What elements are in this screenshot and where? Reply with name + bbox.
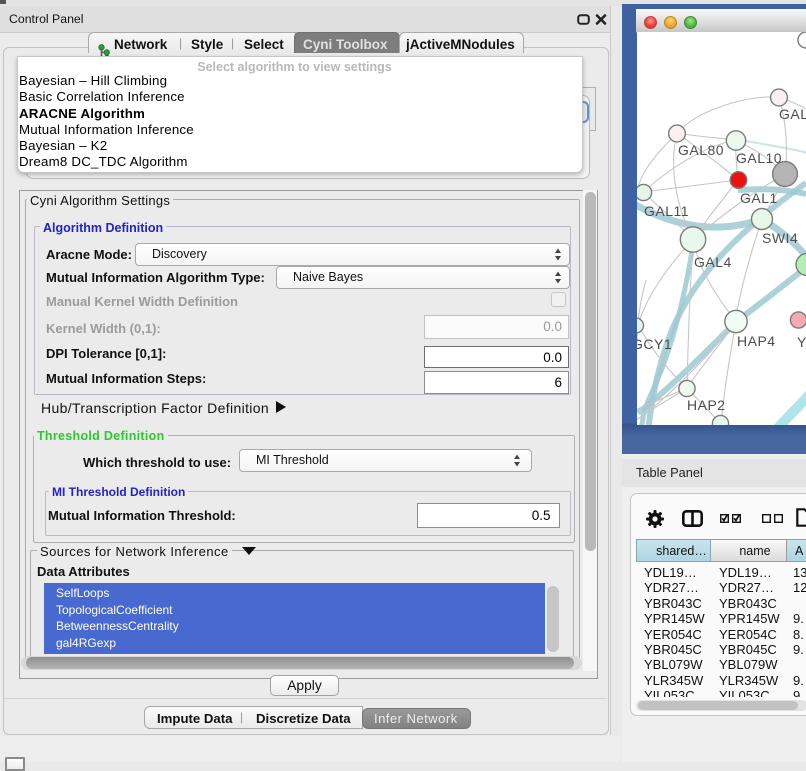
svg-text:GAL10: GAL10 — [736, 150, 782, 166]
svg-text:SWI4: SWI4 — [762, 230, 798, 246]
svg-text:GAL80: GAL80 — [678, 142, 724, 158]
svg-text:HAP4: HAP4 — [737, 333, 776, 349]
svg-text:GCY1: GCY1 — [637, 336, 672, 352]
svg-text:HAP2: HAP2 — [687, 397, 726, 413]
svg-text:GAL2: GAL2 — [779, 106, 806, 122]
svg-text:GAL11: GAL11 — [644, 203, 689, 219]
svg-text:GAL1: GAL1 — [740, 190, 778, 206]
svg-text:GAL4: GAL4 — [694, 254, 732, 270]
svg-text:Y: Y — [797, 334, 806, 350]
